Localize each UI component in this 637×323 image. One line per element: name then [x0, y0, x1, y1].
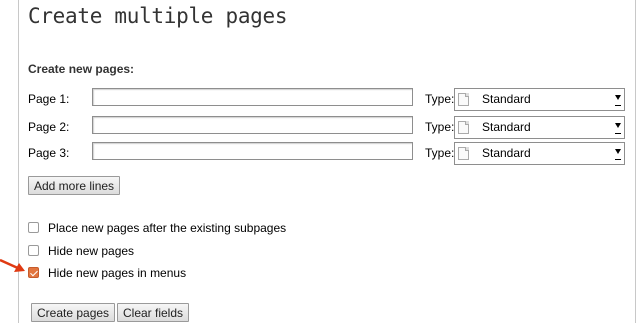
page-2-type-select[interactable]: Standard [454, 116, 625, 139]
chevron-down-icon[interactable] [615, 95, 621, 106]
hide-pages-label: Hide new pages [48, 244, 135, 258]
page-3-type-label: Type: [425, 146, 455, 160]
clear-fields-button[interactable]: Clear fields [117, 303, 190, 322]
page-1-type-value: Standard [482, 92, 531, 106]
chevron-down-icon[interactable] [615, 123, 621, 134]
hide-pages-checkbox[interactable] [28, 245, 39, 256]
page-row-2: Page 2: Type: Standard [28, 116, 628, 139]
page-3-label: Page 3: [28, 146, 70, 160]
hide-in-menus-checkbox[interactable] [28, 267, 39, 278]
document-icon [458, 93, 469, 106]
page-1-title-input[interactable] [92, 88, 413, 106]
hide-in-menus-label: Hide new pages in menus [48, 266, 187, 280]
page-2-type-value: Standard [482, 120, 531, 134]
page-3-title-input[interactable] [92, 142, 413, 160]
page-title: Create multiple pages [28, 4, 288, 28]
document-icon [458, 147, 469, 160]
chevron-down-icon[interactable] [615, 149, 621, 160]
page-2-title-input[interactable] [92, 116, 413, 134]
page-2-label: Page 2: [28, 120, 70, 134]
red-arrow-icon [0, 258, 25, 272]
place-after-checkbox[interactable] [28, 222, 39, 233]
page-3-type-select[interactable]: Standard [454, 142, 625, 165]
place-after-label: Place new pages after the existing subpa… [48, 221, 287, 235]
add-more-lines-button[interactable]: Add more lines [28, 176, 121, 195]
page-1-label: Page 1: [28, 92, 70, 106]
page-1-type-select[interactable]: Standard [454, 88, 625, 111]
page-row-1: Page 1: Type: Standard [28, 88, 628, 111]
page-row-3: Page 3: Type: Standard [28, 142, 628, 165]
page-3-type-value: Standard [482, 146, 531, 160]
document-icon [458, 121, 469, 134]
create-pages-button[interactable]: Create pages [31, 303, 116, 322]
section-title: Create new pages: [28, 62, 135, 76]
page-2-type-label: Type: [425, 120, 455, 134]
page-1-type-label: Type: [425, 92, 455, 106]
